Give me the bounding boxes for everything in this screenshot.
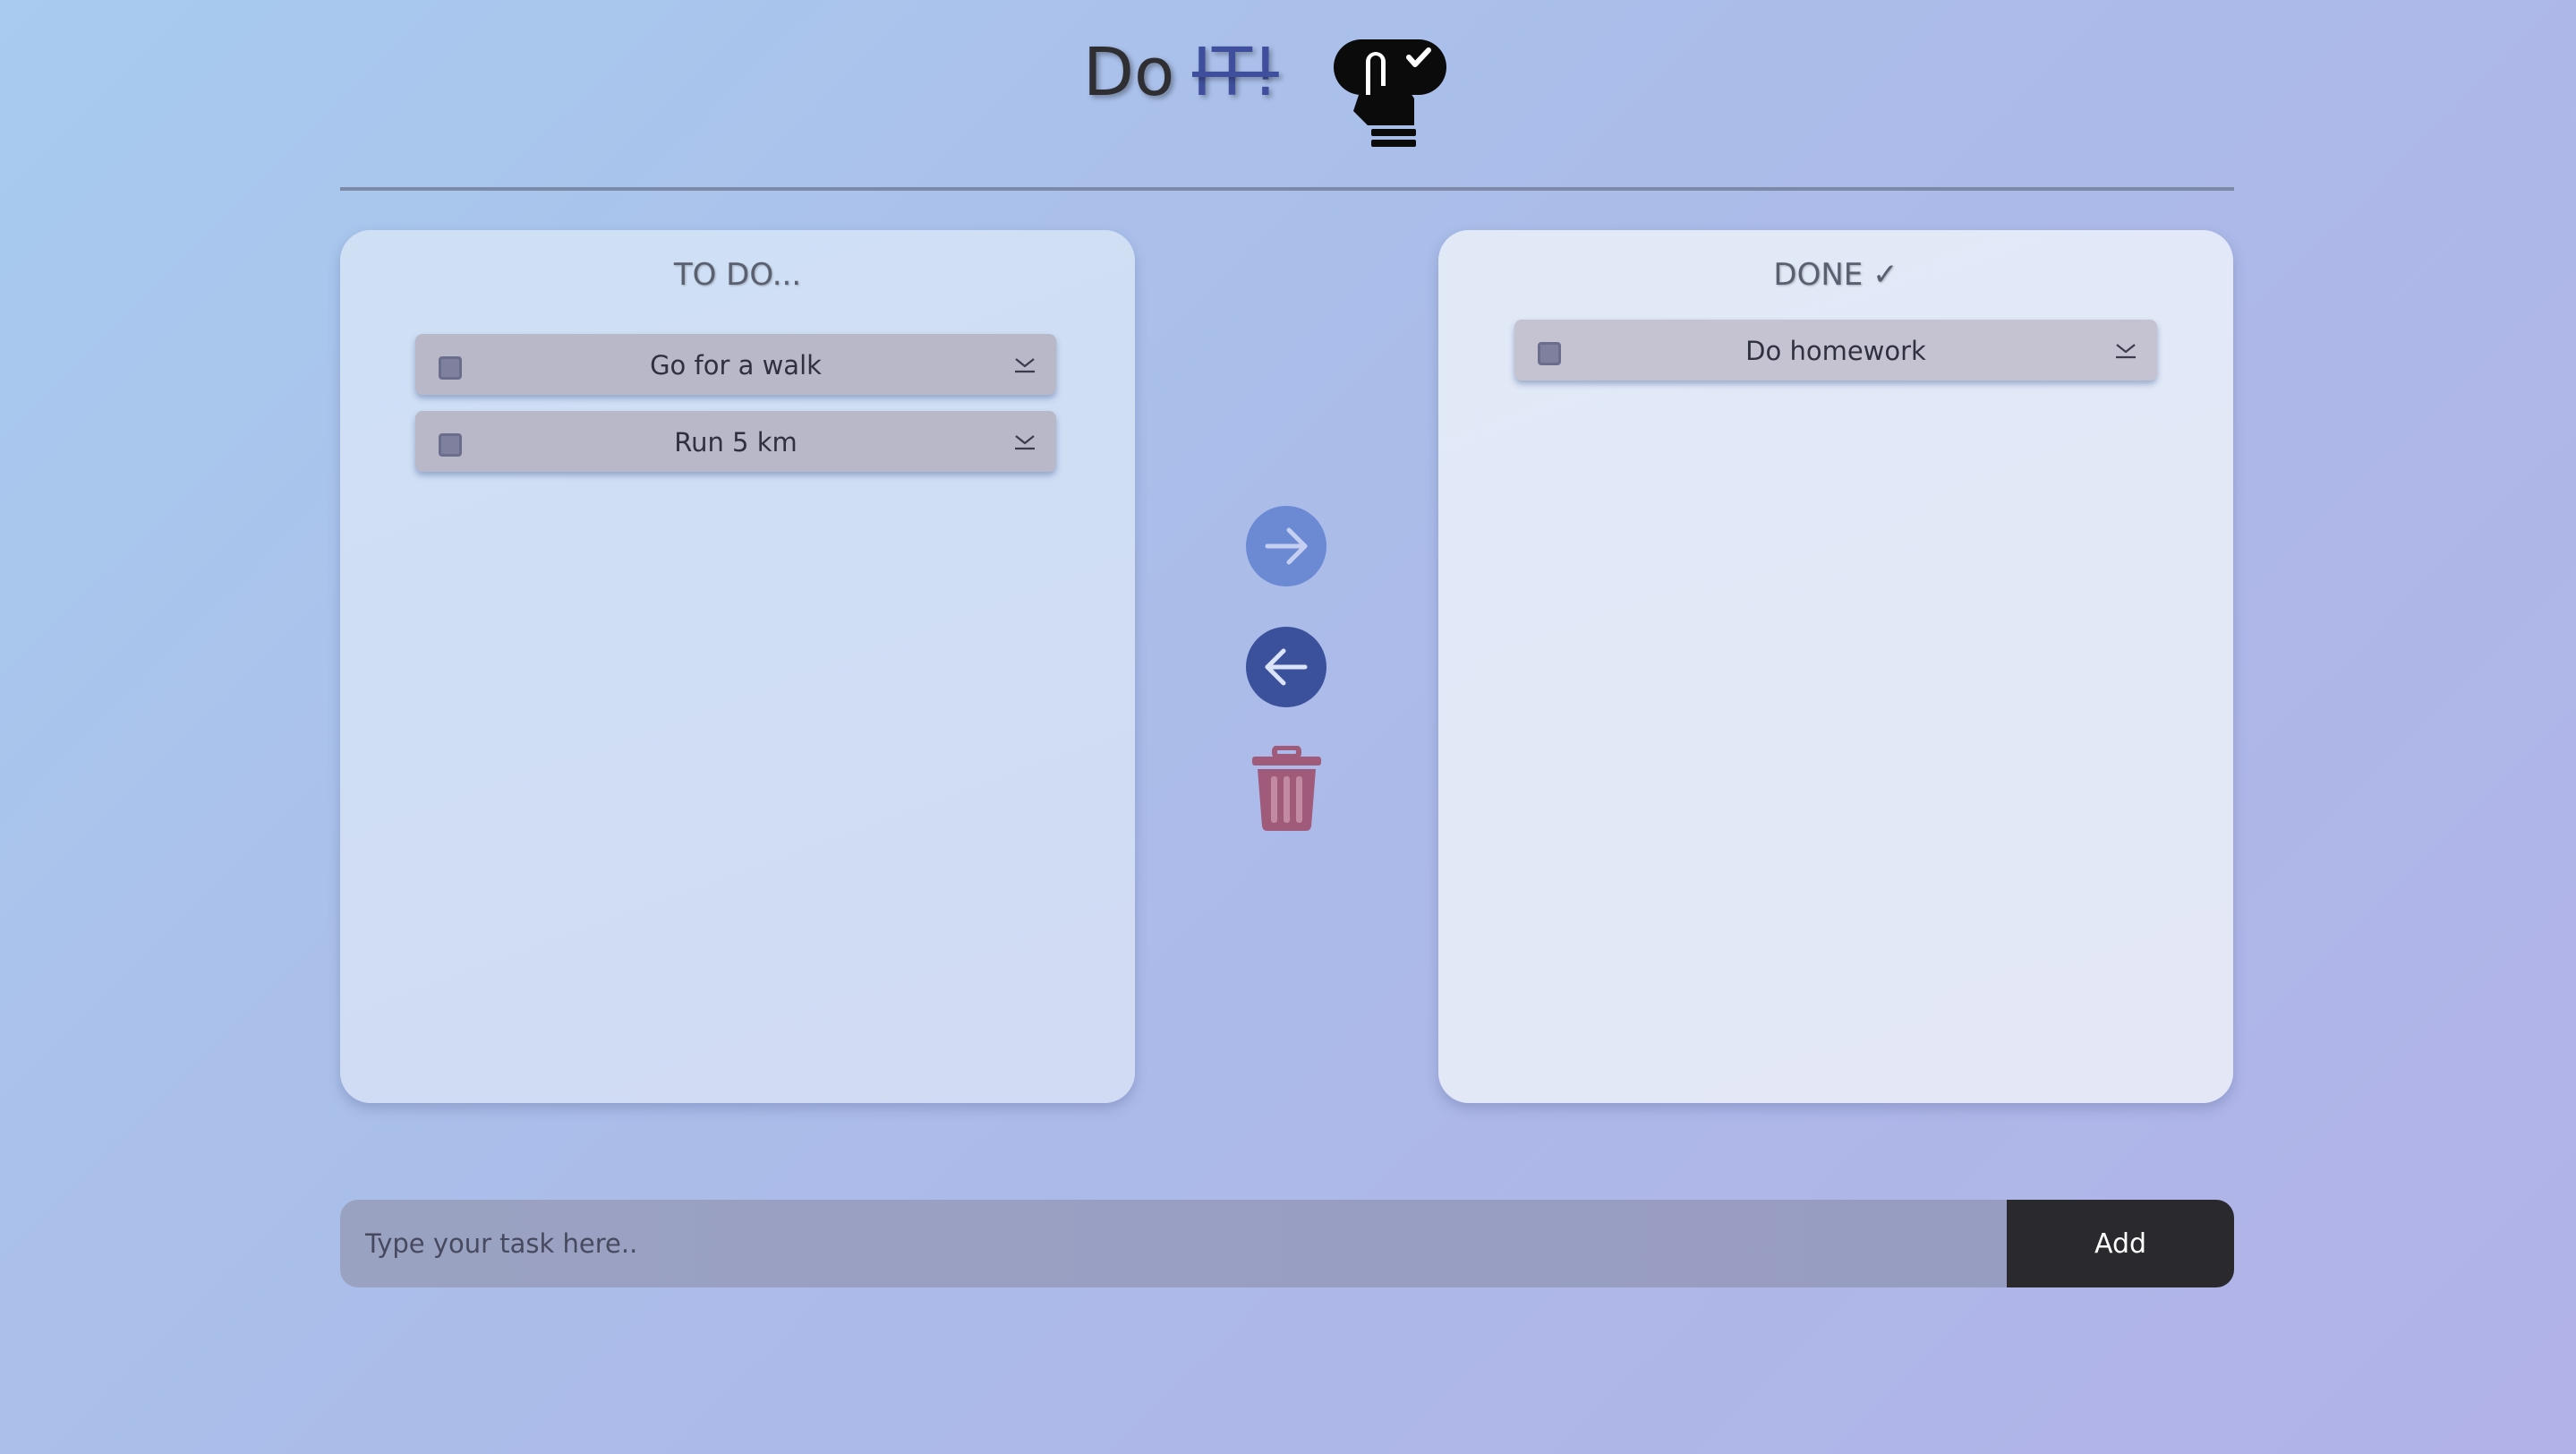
move-to-done-button[interactable] [1246,506,1326,586]
trash-icon[interactable] [1249,746,1325,832]
app-title-do: Do [1083,34,1175,111]
arrow-right-icon [1265,527,1308,565]
todo-task-item[interactable]: Run 5 km [415,411,1056,472]
task-label: Go for a walk [650,350,822,381]
done-panel: DONE ✓ Do homework [1438,230,2233,1103]
move-to-todo-button[interactable] [1246,627,1326,707]
task-label: Run 5 km [674,427,798,458]
task-label: Do homework [1745,336,1926,366]
chevron-down-icon[interactable] [2114,339,2137,361]
app-title-it-strikethrough: IT! [1192,34,1279,111]
todo-task-item[interactable]: Go for a walk [415,334,1056,395]
done-task-item[interactable]: Do homework [1514,320,2157,381]
chevron-down-icon[interactable] [1013,354,1036,375]
todo-panel: TO DO... Go for a walk Run 5 km [340,230,1135,1103]
header: Do IT! [0,0,2576,179]
add-task-button[interactable]: Add [2007,1200,2234,1287]
hand-pointing-check-icon [1334,39,1446,147]
header-divider [340,187,2234,191]
arrow-left-icon [1265,648,1308,686]
chevron-down-icon[interactable] [1013,431,1036,452]
task-input[interactable] [340,1200,2007,1287]
task-checkbox[interactable] [439,356,462,380]
task-checkbox[interactable] [439,433,462,457]
task-checkbox[interactable] [1538,342,1561,365]
done-panel-title: DONE ✓ [1773,257,1898,293]
todo-panel-title: TO DO... [673,257,802,293]
